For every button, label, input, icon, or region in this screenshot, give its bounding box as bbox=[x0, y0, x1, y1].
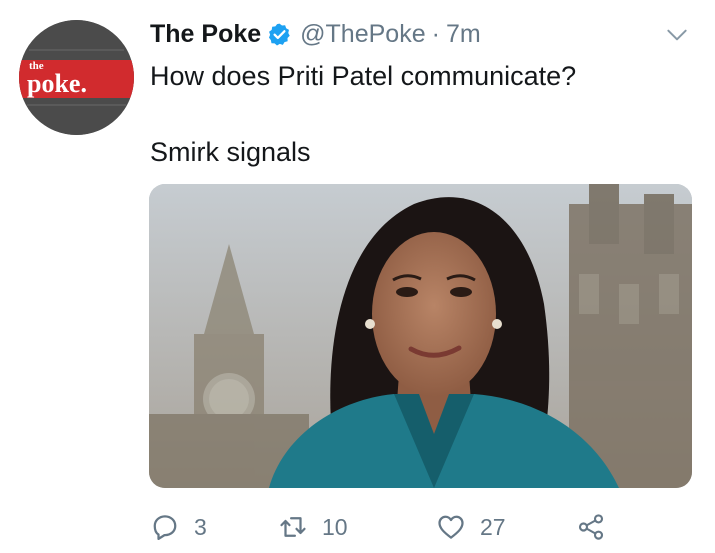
author-name[interactable]: The Poke bbox=[150, 20, 261, 49]
retweet-icon[interactable] bbox=[278, 512, 308, 542]
logo-text: poke. bbox=[27, 69, 87, 98]
timestamp[interactable]: 7m bbox=[446, 20, 481, 49]
tweet-actions: 3 10 27 bbox=[150, 508, 690, 546]
avatar[interactable]: the poke. bbox=[19, 20, 134, 135]
tweet-header: The Poke @ThePoke · 7m bbox=[150, 14, 481, 54]
retweet-action[interactable]: 10 bbox=[278, 508, 348, 546]
share-action[interactable] bbox=[576, 508, 606, 546]
retweet-count: 10 bbox=[322, 513, 348, 540]
reply-count: 3 bbox=[194, 513, 207, 540]
chevron-down-icon[interactable] bbox=[664, 22, 690, 48]
heart-icon[interactable] bbox=[436, 512, 466, 542]
tweet-text: How does Priti Patel communicate? Smirk … bbox=[150, 61, 577, 167]
the-poke-logo: the poke. bbox=[19, 20, 134, 135]
author-handle[interactable]: @ThePoke bbox=[300, 20, 425, 49]
share-icon[interactable] bbox=[576, 512, 606, 542]
like-action[interactable]: 27 bbox=[436, 508, 506, 546]
tweet-photo[interactable] bbox=[149, 184, 692, 488]
reply-icon[interactable] bbox=[150, 512, 180, 542]
verified-badge-icon bbox=[269, 23, 290, 45]
like-count: 27 bbox=[480, 513, 506, 540]
photo-image bbox=[149, 184, 692, 488]
reply-action[interactable]: 3 bbox=[150, 508, 207, 546]
separator-dot: · bbox=[431, 19, 440, 48]
